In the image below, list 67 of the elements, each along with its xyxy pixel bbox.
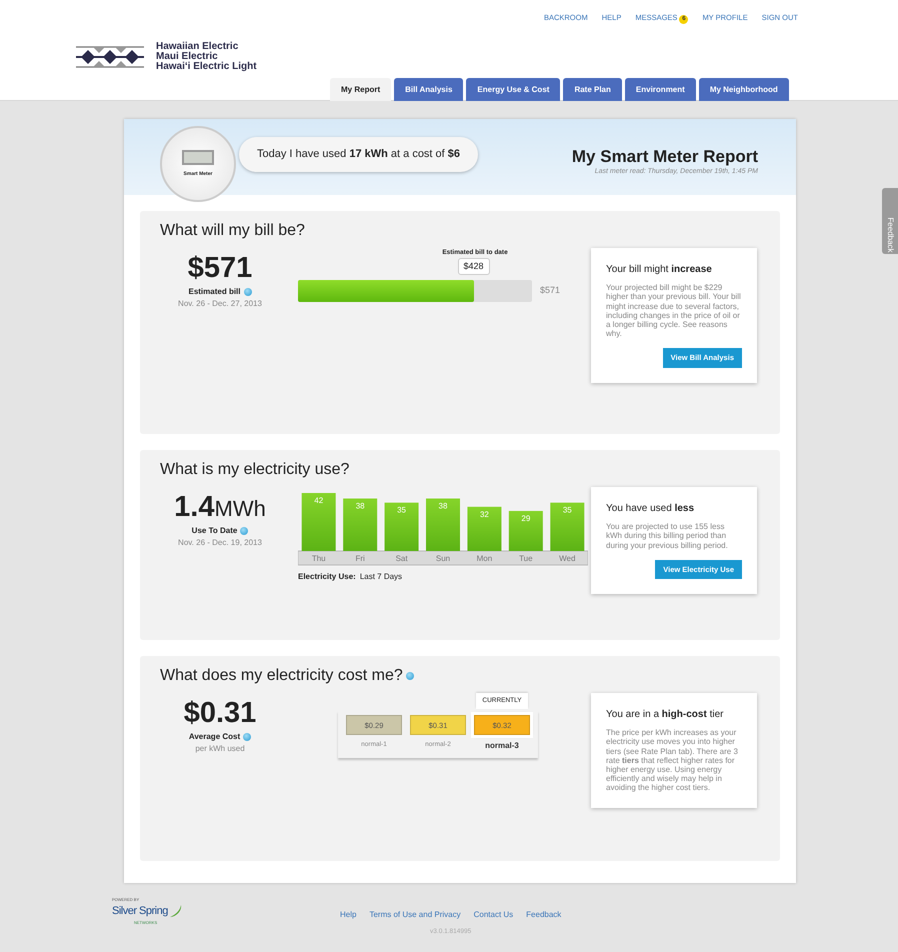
nav-tab[interactable]: Environment — [624, 78, 696, 101]
usage-bar[interactable] — [302, 493, 336, 552]
today-usage-text: Today I have used 17 kWh at a cost of $6 — [239, 137, 478, 172]
day-label: Sat — [396, 554, 408, 564]
card-title: You have used less — [606, 502, 696, 516]
bar-end-value: $571 — [540, 284, 560, 298]
period-text: Nov. 26 - Dec. 19, 2013 — [177, 537, 263, 550]
period-text: per kWh used — [194, 743, 246, 756]
info-icon[interactable] — [240, 527, 248, 536]
day-label: Wed — [559, 554, 576, 564]
big-value: $571 — [186, 254, 254, 284]
info-icon[interactable] — [406, 672, 414, 680]
day-label: Sun — [436, 554, 450, 564]
logo-text: Hawai‘i Electric Light — [156, 62, 257, 72]
bar-value: 32 — [480, 510, 489, 519]
brand-name: Silver Spring — [112, 904, 168, 919]
day-label: Mon — [476, 554, 492, 564]
chart-caption-label: Electricity Use: — [298, 572, 356, 582]
section-heading: What will my bill be? — [160, 221, 305, 240]
bar-value: 35 — [397, 506, 406, 515]
card-title: You are in a high-cost tier — [606, 708, 724, 722]
feedback-tab[interactable]: Feedback — [882, 188, 898, 254]
footer-link[interactable]: Terms of Use and Privacy — [369, 909, 461, 921]
value-label: Estimated bill — [188, 286, 240, 298]
usage-bar[interactable] — [343, 498, 378, 552]
nav-tab[interactable]: Rate Plan — [563, 78, 622, 101]
meter-display — [182, 150, 214, 165]
bar-value: 38 — [356, 502, 365, 511]
nav-tab[interactable]: Energy Use & Cost — [466, 78, 560, 101]
info-icon[interactable] — [244, 288, 252, 296]
usage-bar[interactable] — [550, 502, 584, 552]
section-heading: What does my electricity cost me? — [160, 666, 403, 686]
footer-link[interactable]: Contact Us — [474, 909, 514, 921]
value-label: Use To Date — [192, 525, 238, 538]
day-label: Fri — [355, 554, 365, 564]
footer-link[interactable]: Help — [340, 909, 356, 921]
usage-bar[interactable] — [426, 498, 460, 552]
card-text: You are projected to use 155 less kWh during this billing period than during your previous billing period. — [606, 522, 729, 550]
day-label: Thu — [312, 554, 326, 564]
footer-link[interactable]: Feedback — [526, 909, 562, 921]
chart-caption-text: Last 7 Days — [360, 572, 402, 582]
day-label: Tue — [519, 554, 533, 564]
card-text: Your projected bill might be $229 higher than your previous bill. Your bill might increase due to several factors, including changes in the price of oil or a longer billing cycle. See reasons why. — [606, 283, 742, 338]
usage-bar[interactable] — [508, 511, 543, 552]
bar-value: 42 — [314, 496, 324, 506]
usage-bar[interactable] — [467, 507, 502, 552]
period-text: Nov. 26 - Dec. 27, 2013 — [177, 298, 263, 310]
logo-text: Hawaiian Electric — [156, 42, 240, 52]
report-title: My Smart Meter Report — [572, 147, 758, 168]
big-value: 1.4MWh — [173, 493, 267, 522]
tier-label: normal-3 — [485, 740, 519, 752]
bar-value: 29 — [521, 514, 530, 524]
big-value: $0.31 — [182, 699, 258, 728]
value-label: Average Cost — [188, 731, 240, 744]
bar-value: 35 — [562, 506, 572, 515]
swoosh-icon — [168, 903, 184, 920]
section-heading: What is my electricity use? — [160, 460, 350, 480]
nav-tab[interactable]: My Neighborhood — [698, 78, 789, 101]
amount-tooltip: $428 — [457, 258, 490, 276]
nav-tab[interactable]: Bill Analysis — [394, 78, 464, 101]
info-icon[interactable] — [243, 733, 252, 742]
logo-text: Maui Electric — [156, 52, 218, 62]
card-title: Your bill might increase — [606, 263, 713, 278]
nav-tab[interactable]: My Report — [330, 78, 392, 101]
card-text: The price per kWh increases as your electricity use moves you into higher tiers (see Rate Plan tab). There are 3 rate tiers that reflect higher rates for higher energy use. Using energy efficiently and wisely may help in avoiding the higher cost tiers. — [606, 728, 739, 792]
bar-value: 38 — [438, 502, 448, 511]
usage-bar[interactable] — [384, 502, 419, 552]
